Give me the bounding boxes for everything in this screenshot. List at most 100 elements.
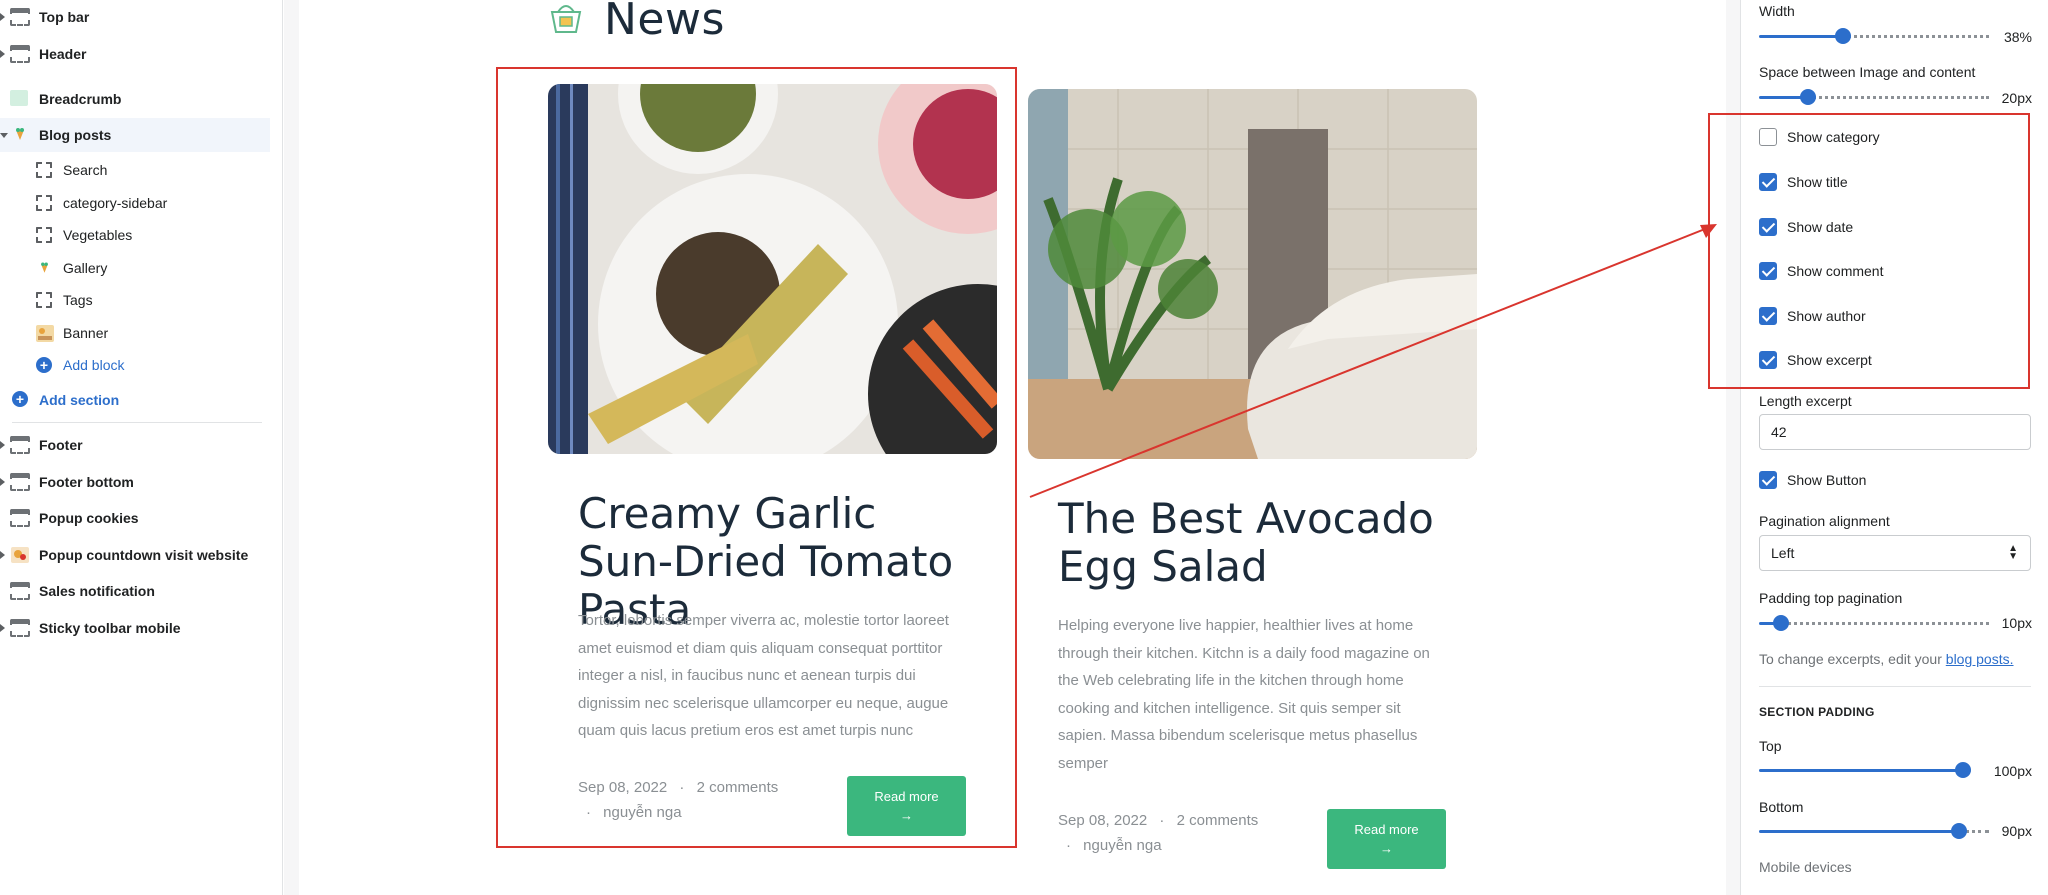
arrow-right-icon: → (1380, 841, 1393, 856)
section-padding-heading: SECTION PADDING (1759, 705, 1875, 719)
block-label: category-sidebar (63, 195, 168, 211)
section-icon (10, 509, 30, 527)
padding-bottom-slider[interactable] (1759, 823, 1989, 839)
post-excerpt: Helping everyone live happier, healthier… (1058, 617, 1430, 772)
length-excerpt-label: Length excerpt (1759, 393, 1852, 409)
padding-top-label: Top (1759, 738, 1782, 754)
image-icon (36, 325, 54, 342)
plus-circle-icon: + (12, 391, 32, 409)
width-value: 38% (2003, 29, 2032, 45)
news-heading: News (546, 0, 725, 45)
section-label: Sticky toolbar mobile (39, 620, 181, 636)
sidebar-divider (12, 422, 262, 423)
post-date: Sep 08, 2022 (1058, 812, 1148, 829)
section-label: Breadcrumb (39, 91, 122, 107)
chevron-right-icon[interactable] (0, 551, 5, 559)
padding-bottom-label: Bottom (1759, 799, 1804, 815)
slider-track (1808, 96, 1989, 99)
image-icon (10, 546, 30, 564)
slider-thumb[interactable] (1955, 762, 1971, 778)
slider-thumb[interactable] (1773, 615, 1789, 631)
section-icon (10, 582, 30, 600)
section-label: Popup cookies (39, 510, 139, 526)
add-section-label: Add section (39, 392, 120, 408)
chevron-right-icon[interactable] (0, 441, 5, 449)
chevron-right-icon[interactable] (0, 13, 5, 21)
block-label: Tags (63, 292, 93, 308)
block-icon (36, 162, 53, 179)
section-icon (10, 8, 30, 26)
section-label: Sales notification (39, 583, 155, 599)
section-label: Header (39, 46, 87, 62)
slider-thumb[interactable] (1951, 823, 1967, 839)
news-title: News (604, 0, 725, 45)
mobile-devices-label: Mobile devices (1759, 859, 1852, 875)
checkbox-label: Show Button (1787, 472, 1867, 488)
section-icon (10, 436, 30, 454)
block-icon (36, 195, 53, 212)
pagination-alignment-label: Pagination alignment (1759, 513, 1890, 529)
slider-track (1781, 622, 1989, 625)
padding-top-pagination-slider[interactable] (1759, 615, 1989, 631)
select-arrows-icon: ▲ ▼ (2008, 543, 2018, 562)
length-excerpt-input[interactable]: 42 (1759, 414, 2031, 450)
slider-fill (1759, 35, 1843, 38)
chevron-right-icon[interactable] (0, 50, 5, 58)
preview-gutter-left (284, 0, 299, 895)
block-label: Search (63, 162, 108, 178)
slider-thumb[interactable] (1835, 28, 1851, 44)
app-block-icon (36, 260, 53, 277)
space-value: 20px (2001, 90, 2032, 106)
padding-top-pagination-value: 10px (2001, 615, 2032, 631)
padding-top-slider[interactable] (1759, 762, 1971, 778)
news-basket-icon (546, 0, 586, 39)
show-button-checkbox[interactable]: Show Button (1759, 470, 1866, 490)
padding-top-value: 100px (1993, 763, 2032, 779)
width-label: Width (1759, 3, 1795, 19)
app-block-icon (10, 126, 30, 144)
section-blog-posts[interactable]: Blog posts (0, 118, 270, 152)
chevron-down-icon[interactable] (0, 133, 8, 138)
padding-top-pagination-label: Padding top pagination (1759, 590, 1903, 606)
slider-thumb[interactable] (1800, 89, 1816, 105)
block-icon (36, 227, 53, 244)
block-label: Gallery (63, 260, 108, 276)
blog-posts-link[interactable]: blog posts. (1946, 651, 2014, 667)
block-icon (36, 292, 53, 309)
theme-editor: Top bar Header Breadcrumb Blog posts Sea… (0, 0, 2048, 895)
section-label: Footer bottom (39, 474, 134, 490)
checkbox[interactable] (1759, 471, 1777, 489)
section-label: Top bar (39, 9, 90, 25)
slider-track (1843, 35, 1989, 38)
annotation-highlight-post (496, 67, 1017, 848)
excerpt-help-text: To change excerpts, edit your blog posts… (1759, 651, 2014, 667)
section-label: Blog posts (39, 127, 112, 143)
block-label: Banner (63, 325, 109, 341)
space-label: Space between Image and content (1759, 64, 1976, 80)
space-slider[interactable] (1759, 89, 1989, 105)
image-icon (10, 90, 30, 108)
select-value: Left (1771, 545, 1795, 561)
post-comments[interactable]: 2 comments (1177, 812, 1259, 829)
panel-divider (1759, 686, 2031, 687)
chevron-right-icon[interactable] (0, 478, 5, 486)
post-meta: Sep 08, 2022 · 2 comments · nguyễn nga (1058, 812, 1259, 854)
width-slider[interactable] (1759, 28, 1989, 44)
section-icon (10, 45, 30, 63)
add-block-label: Add block (63, 357, 125, 373)
block-label: Vegetables (63, 227, 133, 243)
section-icon (10, 473, 30, 491)
annotation-highlight-checkboxes (1708, 113, 2030, 389)
slider-fill (1759, 830, 1959, 833)
chevron-right-icon[interactable] (0, 624, 5, 632)
section-label: Popup countdown visit website (39, 547, 249, 563)
help-text: To change excerpts, edit your (1759, 651, 1946, 667)
read-more-button[interactable]: Read more → (1327, 809, 1446, 869)
plus-circle-icon: + (36, 357, 53, 374)
padding-bottom-value: 90px (2001, 823, 2032, 839)
section-label: Footer (39, 437, 83, 453)
section-icon (10, 619, 30, 637)
pagination-alignment-select[interactable]: Left ▲ ▼ (1759, 535, 2031, 571)
post-title[interactable]: The Best Avocado Egg Salad (1058, 495, 1458, 591)
slider-fill (1759, 769, 1963, 772)
